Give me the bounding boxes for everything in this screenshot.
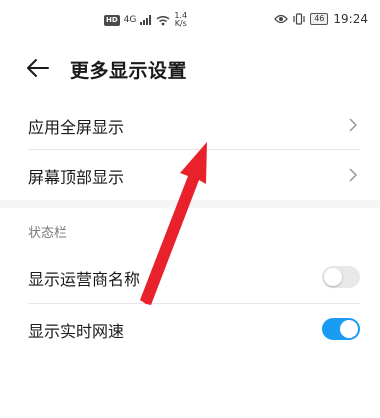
status-time: 19:24 (333, 12, 368, 26)
status-bar-right: 46 19:24 (274, 12, 368, 26)
section-title: 状态栏 (28, 226, 68, 241)
toggle-knob (324, 268, 342, 286)
row-network-speed: 显示实时网速 (0, 304, 380, 354)
row-app-fullscreen[interactable]: 应用全屏显示 (0, 100, 380, 150)
row-carrier-name: 显示运营商名称 (0, 252, 380, 302)
eye-icon (274, 14, 289, 24)
row-label: 屏幕顶部显示 (28, 168, 125, 187)
chevron-right-icon (349, 168, 358, 182)
carrier-name-toggle[interactable] (322, 266, 360, 288)
page-header: 更多显示设置 (0, 48, 380, 88)
status-bar: HD 4G 1.4 K/s 46 19:24 (0, 0, 380, 42)
page-title: 更多显示设置 (70, 60, 188, 82)
section-gap (0, 200, 380, 208)
network-speed-toggle[interactable] (322, 318, 360, 340)
row-label: 显示运营商名称 (28, 270, 141, 289)
signal-icon (140, 15, 152, 25)
network-speed: 1.4 K/s (174, 12, 187, 28)
back-arrow-icon[interactable] (26, 58, 50, 78)
toggle-knob (340, 320, 358, 338)
speed-unit: K/s (174, 19, 187, 28)
wifi-icon (156, 15, 170, 25)
network-type: 4G (123, 15, 137, 25)
row-top-of-screen[interactable]: 屏幕顶部显示 (0, 150, 380, 200)
chevron-right-icon (349, 118, 358, 132)
vibrate-icon (293, 13, 305, 25)
hd-icon: HD (104, 14, 120, 26)
row-label: 显示实时网速 (28, 322, 125, 341)
status-bar-left: HD 4G 1.4 K/s (104, 12, 187, 28)
battery-icon: 46 (310, 13, 329, 25)
row-label: 应用全屏显示 (28, 118, 125, 137)
